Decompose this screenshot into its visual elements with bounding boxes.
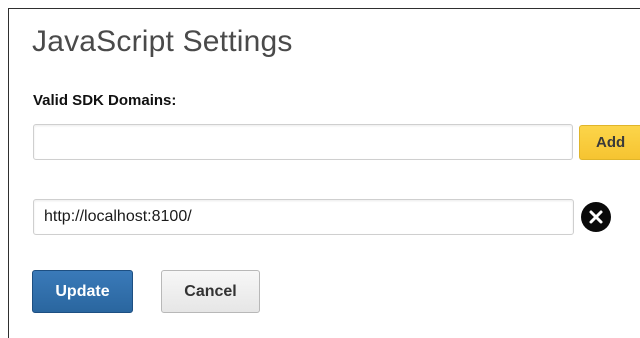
valid-sdk-domains-label: Valid SDK Domains: bbox=[33, 92, 177, 109]
close-circle-icon bbox=[589, 210, 603, 224]
domain-entry-input[interactable] bbox=[33, 199, 574, 235]
update-button[interactable]: Update bbox=[32, 270, 133, 313]
javascript-settings-panel: JavaScript Settings Valid SDK Domains: A… bbox=[8, 8, 640, 338]
cancel-button[interactable]: Cancel bbox=[161, 270, 260, 313]
new-domain-input[interactable] bbox=[33, 124, 573, 160]
remove-domain-button[interactable] bbox=[581, 202, 611, 232]
page-title: JavaScript Settings bbox=[32, 25, 293, 58]
add-domain-button[interactable]: Add bbox=[579, 125, 640, 160]
